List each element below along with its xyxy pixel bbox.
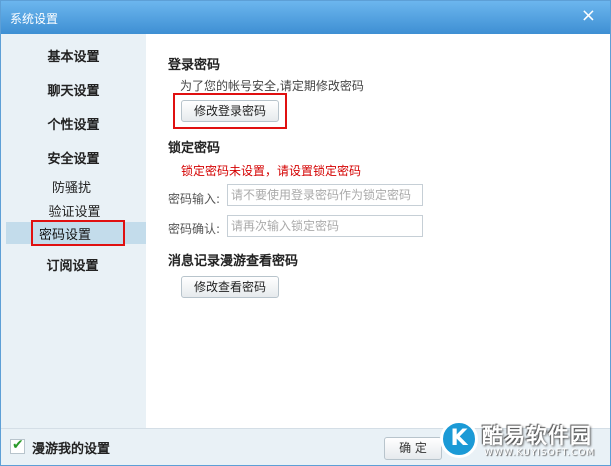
password-input-label: 密码输入: (168, 192, 221, 206)
ok-button[interactable]: 确 定 (384, 437, 442, 460)
sidebar-item-security[interactable]: 安全设置 (1, 148, 146, 167)
login-password-hint: 为了您的帐号安全,请定期修改密码 (180, 79, 364, 93)
history-password-heading: 消息记录漫游查看密码 (168, 254, 299, 269)
password-settings-panel: 登录密码 为了您的帐号安全,请定期修改密码 修改登录密码 锁定密码 锁定密码未设… (146, 34, 610, 428)
lock-password-confirm-input[interactable]: 请再次输入锁定密码 (227, 215, 423, 237)
sidebar-item-subscription[interactable]: 订阅设置 (0, 255, 145, 274)
login-password-heading: 登录密码 (168, 58, 221, 73)
close-icon[interactable]: × (581, 6, 596, 26)
title-bar[interactable]: 系统设置 × (1, 1, 610, 34)
sidebar-item-chat[interactable]: 聊天设置 (1, 80, 146, 99)
lock-password-input[interactable]: 请不要使用登录密码作为锁定密码 (227, 184, 423, 206)
sidebar-item-verification[interactable]: 验证设置 (2, 201, 147, 220)
sidebar-item-personal[interactable]: 个性设置 (1, 114, 146, 133)
watermark: K 酷易软件园 WWW.KUYISOFT.COM (440, 418, 610, 466)
password-confirm-label: 密码确认: (168, 222, 221, 236)
roaming-checkbox-label[interactable]: 漫游我的设置 (32, 438, 110, 457)
settings-window: 系统设置 × 基本设置 聊天设置 个性设置 安全设置 防骚扰 验证设置 密码设置… (0, 0, 611, 466)
checkmark-icon: ✔ (12, 437, 24, 453)
watermark-text: 酷易软件园 (482, 424, 592, 448)
sidebar: 基本设置 聊天设置 个性设置 安全设置 防骚扰 验证设置 密码设置 订阅设置 (1, 34, 146, 428)
window-title: 系统设置 (10, 12, 59, 26)
lock-password-heading: 锁定密码 (168, 141, 221, 156)
watermark-logo-icon: K (440, 420, 478, 458)
highlight-box-sidebar (31, 220, 125, 246)
sidebar-item-anti-harassment[interactable]: 防骚扰 (0, 177, 144, 196)
highlight-box-button (173, 93, 287, 129)
change-history-password-button[interactable]: 修改查看密码 (181, 276, 279, 298)
lock-password-warning: 锁定密码未设置，请设置锁定密码 (181, 164, 362, 178)
watermark-url: WWW.KUYISOFT.COM (484, 448, 596, 458)
roaming-checkbox[interactable]: ✔ (10, 437, 25, 454)
sidebar-item-basic[interactable]: 基本设置 (1, 46, 146, 65)
